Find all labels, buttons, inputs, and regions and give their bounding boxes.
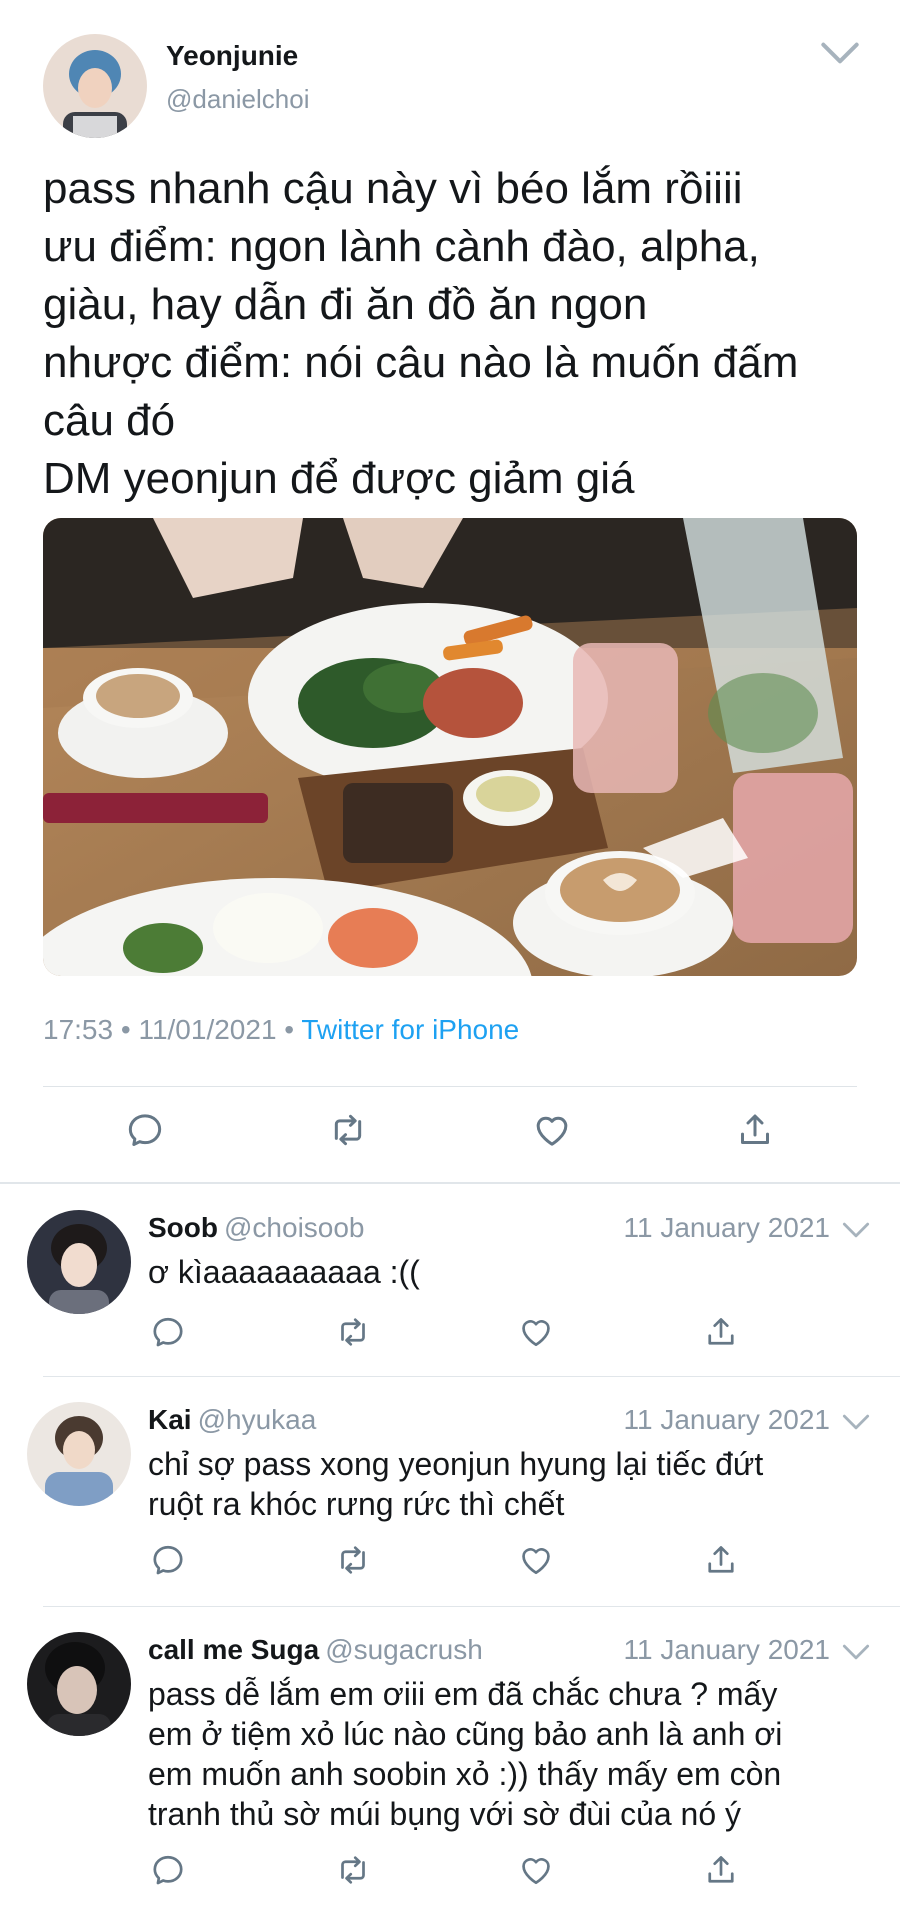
reply-header: Kai @hyukaa	[148, 1404, 316, 1436]
reply-text-line: ơ kìaaaaaaaaaa :((	[148, 1254, 420, 1290]
reply-icon[interactable]	[150, 1314, 186, 1350]
retweet-icon[interactable]	[335, 1314, 371, 1350]
chevron-down-icon[interactable]	[820, 38, 860, 68]
like-icon[interactable]	[518, 1852, 554, 1888]
chevron-down-icon[interactable]	[842, 1220, 870, 1240]
divider	[43, 1086, 857, 1087]
reply-icon[interactable]	[150, 1542, 186, 1578]
tweet-text-line: DM yeonjun để được giảm giá	[43, 454, 635, 503]
reply-text-line: em ở tiệm xỏ lúc nào cũng bảo anh là anh…	[148, 1716, 783, 1752]
reply-date: 11 January 2021	[623, 1634, 830, 1665]
reply-date: 11 January 2021	[623, 1404, 830, 1435]
reply-header: call me Suga @sugacrush	[148, 1634, 483, 1666]
like-icon[interactable]	[518, 1542, 554, 1578]
author-handle[interactable]: @danielchoi	[166, 84, 309, 115]
share-icon[interactable]	[703, 1852, 739, 1888]
tweet-text: pass nhanh cậu này vì béo lắm rồiiii ưu …	[43, 160, 863, 508]
tweet-meta: 17:53 • 11/01/2021 • Twitter for iPhone	[43, 1014, 520, 1045]
chevron-down-icon[interactable]	[842, 1642, 870, 1662]
reply-tweet[interactable]: Kai @hyukaa 11 January 2021 chỉ sợ pass x…	[0, 1376, 900, 1608]
reply-author-name[interactable]: Soob	[148, 1212, 218, 1243]
tweet-text-line: câu đó	[43, 396, 176, 445]
tweet-text-line: pass nhanh cậu này vì béo lắm rồiiii	[43, 164, 743, 213]
reply-text-line: tranh thủ sờ múi bụng với sờ đùi của nó …	[148, 1796, 742, 1832]
tweet-text-line: ưu điểm: ngon lành cành đào, alpha,	[43, 222, 760, 271]
like-icon[interactable]	[532, 1110, 572, 1150]
reply-text: pass dễ lắm em ơiii em đã chắc chưa ? mấ…	[148, 1674, 868, 1834]
reply-author-handle[interactable]: @choisoob	[224, 1212, 365, 1243]
share-icon[interactable]	[703, 1542, 739, 1578]
reply-author-handle[interactable]: @hyukaa	[198, 1404, 317, 1435]
reply-avatar[interactable]	[27, 1402, 131, 1506]
share-icon[interactable]	[703, 1314, 739, 1350]
chevron-down-icon[interactable]	[842, 1412, 870, 1432]
reply-author-name[interactable]: Kai	[148, 1404, 192, 1435]
author-name[interactable]: Yeonjunie	[166, 40, 298, 72]
tweet-photo[interactable]	[43, 518, 857, 976]
like-icon[interactable]	[518, 1314, 554, 1350]
reply-header: Soob @choisoob	[148, 1212, 365, 1244]
reply-text-line: chỉ sợ pass xong yeonjun hyung lại tiếc …	[148, 1446, 764, 1482]
reply-text-line: pass dễ lắm em ơiii em đã chắc chưa ? mấ…	[148, 1676, 778, 1712]
reply-avatar[interactable]	[27, 1210, 131, 1314]
reply-author-name[interactable]: call me Suga	[148, 1634, 319, 1665]
reply-tweet[interactable]: call me Suga @sugacrush 11 January 2021 p…	[0, 1606, 900, 1920]
author-avatar[interactable]	[43, 34, 147, 138]
retweet-icon[interactable]	[335, 1852, 371, 1888]
reply-actions	[0, 1542, 900, 1586]
reply-actions	[0, 1314, 900, 1358]
reply-avatar[interactable]	[27, 1632, 131, 1736]
reply-icon[interactable]	[150, 1852, 186, 1888]
retweet-icon[interactable]	[328, 1110, 368, 1150]
reply-date: 11 January 2021	[623, 1212, 830, 1243]
retweet-icon[interactable]	[335, 1542, 371, 1578]
reply-text: ơ kìaaaaaaaaaa :((	[148, 1252, 868, 1292]
tweet-time: 17:53	[43, 1014, 114, 1045]
reply-text-line: ruột ra khóc rưng rức thì chết	[148, 1486, 565, 1522]
tweet-actions	[0, 1110, 900, 1160]
main-tweet[interactable]: Yeonjunie @danielchoi pass nhanh cậu này…	[0, 0, 900, 1180]
tweet-date: 11/01/2021	[138, 1014, 277, 1045]
reply-icon[interactable]	[125, 1110, 165, 1150]
reply-text-line: em muốn anh soobin xỏ :)) thấy mấy em cò…	[148, 1756, 782, 1792]
reply-author-handle[interactable]: @sugacrush	[325, 1634, 483, 1665]
reply-text: chỉ sợ pass xong yeonjun hyung lại tiếc …	[148, 1444, 868, 1524]
tweet-text-line: nhược điểm: nói câu nào là muốn đấm	[43, 338, 799, 387]
reply-actions	[0, 1852, 900, 1896]
reply-tweet[interactable]: Soob @choisoob 11 January 2021 ơ kìaaaaaa…	[0, 1184, 900, 1378]
tweet-text-line: giàu, hay dẫn đi ăn đồ ăn ngon	[43, 280, 648, 329]
tweet-source-link[interactable]: Twitter for iPhone	[301, 1014, 519, 1045]
share-icon[interactable]	[735, 1110, 775, 1150]
